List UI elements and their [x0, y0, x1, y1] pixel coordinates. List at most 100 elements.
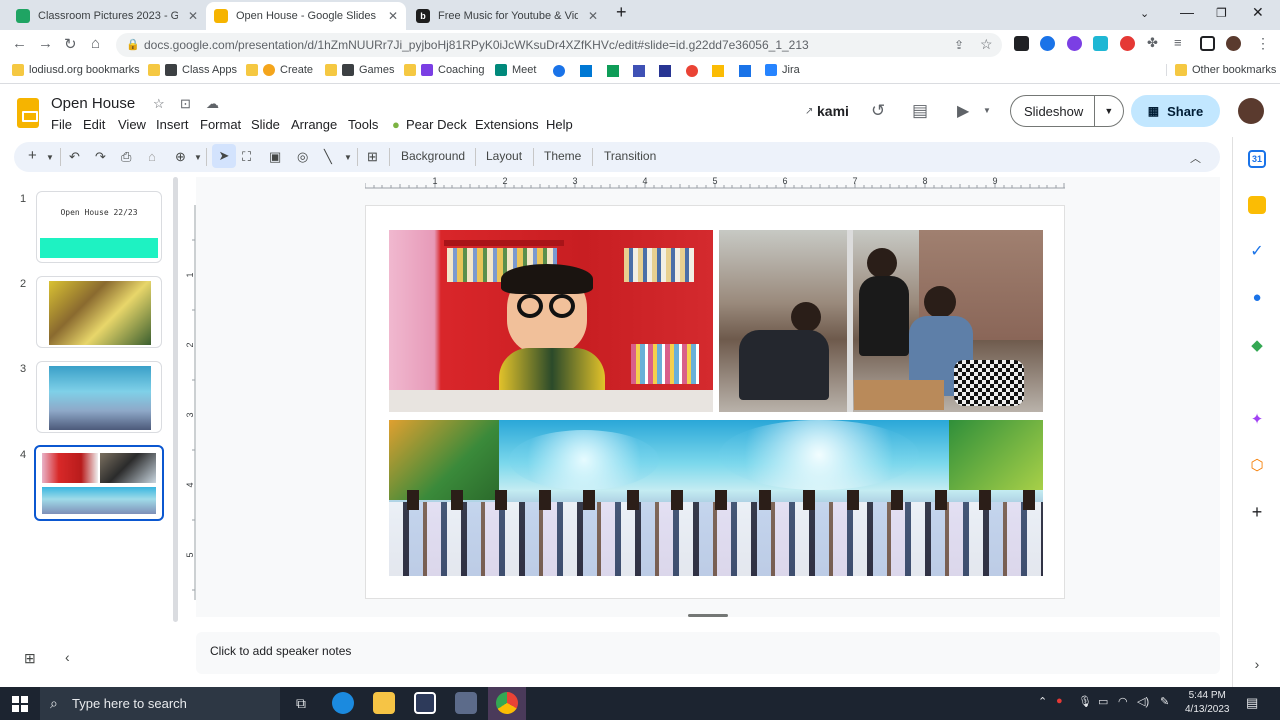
back-icon[interactable]: ←	[12, 35, 27, 52]
speaker-notes[interactable]: Click to add speaker notes	[196, 632, 1220, 674]
chevron-left-icon[interactable]: ‹	[65, 649, 70, 665]
slide-thumbnail-3[interactable]	[36, 361, 162, 433]
move-folder-icon[interactable]: ⊡	[180, 96, 191, 112]
addon-icon[interactable]: ⬡	[1248, 456, 1266, 474]
bookmark-meet[interactable]: Meet	[495, 64, 536, 76]
share-page-icon[interactable]: ⇪	[954, 38, 964, 52]
bookmark-coaching[interactable]: Coaching	[404, 64, 484, 76]
slide-canvas[interactable]	[365, 205, 1065, 599]
file-explorer-icon[interactable]	[373, 692, 395, 714]
menu-arrange[interactable]: Arrange	[291, 117, 337, 132]
new-slide-icon[interactable]: +	[28, 147, 37, 164]
comment-icon[interactable]: ▤	[912, 101, 928, 121]
calendar-icon[interactable]: 31	[1248, 150, 1266, 168]
image-icon[interactable]: ▣	[269, 149, 281, 165]
layout-button[interactable]: Layout	[486, 149, 522, 163]
line-icon[interactable]: ╲	[324, 149, 332, 165]
google-icon[interactable]	[686, 65, 698, 77]
menu-pear-deck[interactable]: Pear Deck	[406, 117, 467, 132]
minimize-icon[interactable]: —	[1180, 4, 1194, 20]
pen-icon[interactable]: ✎	[1160, 695, 1169, 708]
shape-icon[interactable]: ◎	[297, 149, 308, 165]
wifi-icon[interactable]: ◠	[1118, 695, 1128, 708]
addon-icon[interactable]: ✦	[1248, 410, 1266, 428]
address-bar[interactable]: 🔒 docs.google.com/presentation/d/1hZmNUU…	[116, 33, 1002, 57]
side-panel-icon[interactable]	[1200, 36, 1215, 51]
close-icon[interactable]: ✕	[188, 9, 198, 23]
chevron-down-icon[interactable]: ⌄	[1140, 7, 1149, 20]
menu-format[interactable]: Format	[200, 117, 241, 132]
profile-avatar[interactable]	[1226, 36, 1241, 51]
kami-extension-icon[interactable]	[1067, 36, 1082, 51]
other-bookmarks[interactable]: Other bookmarks	[1166, 64, 1276, 76]
filmstrip-scrollbar[interactable]	[173, 177, 178, 622]
bookmark-create[interactable]: Create	[246, 64, 313, 76]
edge-icon[interactable]	[332, 692, 354, 714]
contacts-icon[interactable]: ●	[1248, 288, 1266, 306]
chevron-down-icon[interactable]: ▼	[194, 153, 202, 162]
tasks-icon[interactable]: ✓	[1248, 242, 1266, 260]
menu-view[interactable]: View	[118, 117, 146, 132]
bookmark-class-apps[interactable]: Class Apps	[148, 64, 237, 76]
microphone-icon[interactable]: 🎙	[1078, 695, 1092, 708]
star-icon[interactable]: ☆	[153, 96, 165, 112]
taskbar-search[interactable]: ⌕ Type here to search	[40, 687, 280, 720]
forward-icon[interactable]: →	[38, 35, 53, 52]
store-icon[interactable]	[414, 692, 436, 714]
bookmark-jira[interactable]: Jira	[765, 64, 800, 76]
reading-list-icon[interactable]: ≡	[1174, 35, 1182, 50]
slide-thumbnail-1[interactable]: Open House 22/23	[36, 191, 162, 263]
collapse-toolbar-icon[interactable]: ︿	[1190, 150, 1201, 166]
paint-format-icon[interactable]: ⌂	[148, 149, 156, 164]
outlook-icon[interactable]	[580, 65, 592, 77]
close-icon[interactable]: ✕	[588, 9, 598, 23]
more-vert-icon[interactable]: ⋮	[1256, 35, 1270, 52]
undo-icon[interactable]: ↶	[69, 149, 80, 165]
document-title[interactable]: Open House	[51, 95, 135, 112]
menu-edit[interactable]: Edit	[83, 117, 105, 132]
windows-start-icon[interactable]	[12, 696, 28, 712]
home-icon[interactable]: ⌂	[91, 35, 100, 52]
notifications-icon[interactable]: ▤	[1246, 695, 1258, 711]
redo-icon[interactable]: ↷	[95, 149, 106, 165]
bookmark-star-icon[interactable]: ☆	[980, 36, 993, 53]
theme-button[interactable]: Theme	[544, 149, 581, 163]
battery-icon[interactable]: ▭	[1098, 695, 1108, 708]
chevron-down-icon[interactable]: ▼	[344, 153, 352, 162]
slideshow-button[interactable]: Slideshow ▼	[1010, 95, 1124, 127]
google-drive-icon[interactable]	[712, 65, 724, 77]
cloud-saved-icon[interactable]: ☁	[206, 96, 219, 112]
tab-open-house[interactable]: Open House - Google Slides ✕	[206, 2, 406, 30]
extension-icon[interactable]	[1093, 36, 1108, 51]
menu-slide[interactable]: Slide	[251, 117, 280, 132]
bookmark-icon[interactable]	[659, 65, 671, 77]
transition-button[interactable]: Transition	[604, 149, 656, 163]
select-cursor-icon[interactable]: ➤	[212, 144, 236, 168]
add-comment-icon[interactable]: ⊞	[367, 149, 378, 165]
avatar[interactable]	[1238, 98, 1264, 124]
photo-students-studying[interactable]	[719, 230, 1043, 412]
share-button[interactable]: ▦ Share	[1131, 95, 1220, 127]
menu-insert[interactable]: Insert	[156, 117, 189, 132]
puzzle-extensions-icon[interactable]: ✤	[1147, 35, 1158, 51]
version-history-icon[interactable]: ↺	[871, 101, 885, 121]
google-slides-logo[interactable]	[17, 98, 39, 128]
maps-icon[interactable]: ◆	[1248, 336, 1266, 354]
bookmark-icon[interactable]	[607, 65, 619, 77]
text-box-icon[interactable]: ⛶	[242, 149, 251, 165]
menu-extensions[interactable]: Extensions	[475, 117, 539, 132]
close-window-icon[interactable]: ✕	[1252, 4, 1264, 21]
extension-icon[interactable]	[1014, 36, 1029, 51]
background-button[interactable]: Background	[401, 149, 465, 163]
menu-tools[interactable]: Tools	[348, 117, 378, 132]
app-icon[interactable]	[455, 692, 477, 714]
meet-camera-icon[interactable]: ▶	[957, 101, 969, 121]
tab-free-music[interactable]: b Free Music for Youtube & Videos ✕	[408, 2, 606, 30]
notes-resize-handle[interactable]	[688, 614, 728, 617]
print-icon[interactable]: ⎙	[121, 149, 131, 165]
chevron-up-icon[interactable]: ⌃	[1038, 695, 1047, 708]
bookmark-icon[interactable]	[553, 65, 565, 77]
photo-child-bookshelf[interactable]	[389, 230, 713, 412]
menu-help[interactable]: Help	[546, 117, 573, 132]
photo-color-run-crowd[interactable]	[389, 420, 1043, 576]
